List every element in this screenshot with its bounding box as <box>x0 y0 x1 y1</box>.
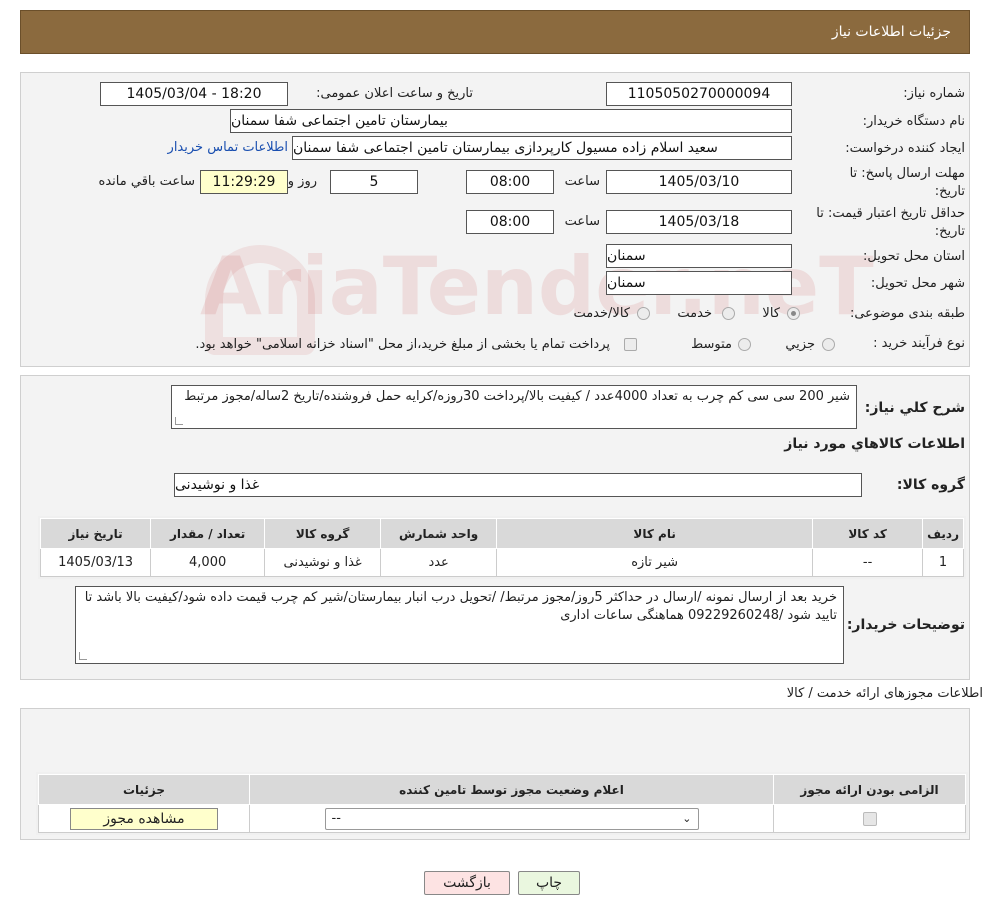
cell-group: غذا و نوشیدنی <box>264 548 382 577</box>
category-label: طبقه بندی موضوعی: <box>849 306 965 321</box>
col-quantity: تعداد / مقدار <box>150 518 266 549</box>
deadline-label-line2: تاریخ: <box>934 184 965 199</box>
deadline-label-line1: مهلت ارسال پاسخ: تا <box>849 166 965 181</box>
validity-label-line1: حداقل تاریخ اعتبار قیمت: تا <box>816 206 965 221</box>
view-license-button[interactable]: مشاهده مجوز <box>70 807 218 830</box>
goods-group-label: گروه کالا: <box>896 477 965 493</box>
need-number-field: 1105050270000094 <box>606 82 792 106</box>
category-radio-goods-service[interactable] <box>637 307 650 320</box>
goods-section-title: اطلاعات کالاهاي مورد نیاز <box>784 436 965 452</box>
resize-handle-icon <box>175 417 183 425</box>
license-required-cell <box>773 804 966 833</box>
treasury-note: پرداخت تمام یا بخشی از مبلغ خرید،از محل … <box>195 337 610 352</box>
page-title: جزئیات اطلاعات نیاز <box>831 24 951 40</box>
resize-handle-icon <box>79 652 87 660</box>
print-button[interactable]: چاپ <box>518 871 580 895</box>
purchase-radio-medium[interactable] <box>738 338 751 351</box>
license-table: الزامی بودن ارائه مجوز اعلام وضعیت مجوز … <box>38 774 966 833</box>
goods-table: ردیف کد کالا نام کالا واحد شمارش گروه کا… <box>39 518 964 577</box>
col-need-date: تاریخ نیاز <box>39 518 152 549</box>
goods-table-header: ردیف کد کالا نام کالا واحد شمارش گروه کا… <box>39 518 964 549</box>
cell-unit: عدد <box>380 548 498 577</box>
page-header: جزئیات اطلاعات نیاز <box>20 10 970 54</box>
validity-time-label: ساعت <box>564 214 600 229</box>
validity-date-field: 1405/03/18 <box>606 210 792 234</box>
license-status-select[interactable]: ⌄ -- <box>324 807 699 830</box>
summary-label: شرح کلي نیاز: <box>864 400 965 416</box>
buyer-notes-textarea: خرید بعد از ارسال نمونه /ارسال در حداکثر… <box>75 586 844 664</box>
goods-table-wrap: ردیف کد کالا نام کالا واحد شمارش گروه کا… <box>38 516 966 579</box>
remaining-time-label: ساعت باقي مانده <box>98 174 195 189</box>
license-table-wrap: الزامی بودن ارائه مجوز اعلام وضعیت مجوز … <box>36 772 968 835</box>
requester-field: سعید اسلام زاده مسیول کارپردازی بیمارستا… <box>292 136 792 160</box>
buyer-notes-text: خرید بعد از ارسال نمونه /ارسال در حداکثر… <box>84 590 837 623</box>
col-code: کد کالا <box>812 518 924 549</box>
deadline-date-field: 1405/03/10 <box>606 170 792 194</box>
buyer-contact-link[interactable]: اطلاعات تماس خریدار <box>168 140 288 155</box>
announce-label: تاریخ و ساعت اعلان عمومی: <box>316 86 473 101</box>
license-section-title: اطلاعات مجوزهای ارائه خدمت / کالا <box>786 686 983 701</box>
days-field: 5 <box>330 170 418 194</box>
cell-need-date: 1405/03/13 <box>39 548 152 577</box>
category-option-goods: کالا <box>762 306 780 321</box>
cell-name: شیر تازه <box>496 548 814 577</box>
validity-label-line2: تاریخ: <box>934 224 965 239</box>
license-required-checkbox[interactable] <box>862 811 877 826</box>
col-name: نام کالا <box>496 518 814 549</box>
col-license-details: جزئیات <box>38 774 250 805</box>
deadline-time-label: ساعت <box>564 174 600 189</box>
purchase-type-label: نوع فرآیند خرید : <box>873 336 965 351</box>
buyer-org-label: نام دستگاه خریدار: <box>862 114 965 129</box>
license-details-cell: مشاهده مجوز <box>38 804 250 833</box>
city-label: شهر محل تحویل: <box>870 276 965 291</box>
category-option-service: خدمت <box>677 306 712 321</box>
buyer-org-field: بیمارستان تامین اجتماعی شفا سمنان <box>230 109 792 133</box>
announce-field: 1405/03/04 - 18:20 <box>100 82 288 106</box>
purchase-radio-minor[interactable] <box>822 338 835 351</box>
summary-text: شیر 200 سی سی کم چرب به تعداد 4000عدد / … <box>184 389 850 404</box>
category-radio-goods[interactable] <box>787 307 800 320</box>
col-license-required: الزامی بودن ارائه مجوز <box>773 774 966 805</box>
province-field: سمنان <box>606 244 792 268</box>
province-label: استان محل تحویل: <box>863 249 965 264</box>
cell-quantity: 4,000 <box>150 548 266 577</box>
treasury-checkbox[interactable] <box>624 338 637 351</box>
cell-code: -- <box>812 548 924 577</box>
category-radio-service[interactable] <box>722 307 735 320</box>
col-group: گروه کالا <box>264 518 382 549</box>
col-row: ردیف <box>922 518 964 549</box>
license-status-cell: ⌄ -- <box>249 804 774 833</box>
purchase-option-minor: جزیي <box>785 337 815 352</box>
table-row: ⌄ -- مشاهده مجوز <box>38 804 966 833</box>
license-status-value: -- <box>331 811 341 826</box>
back-button[interactable]: بازگشت <box>424 871 510 895</box>
summary-textarea: شیر 200 سی سی کم چرب به تعداد 4000عدد / … <box>171 385 857 429</box>
days-label: روز و <box>287 174 317 189</box>
purchase-option-medium: متوسط <box>691 337 732 352</box>
buyer-notes-label: توضیحات خریدار: <box>846 617 965 633</box>
city-field: سمنان <box>606 271 792 295</box>
validity-time-field: 08:00 <box>466 210 554 234</box>
remaining-time-field: 11:29:29 <box>200 170 288 194</box>
col-license-status: اعلام وضعیت مجوز توسط تامین کننده <box>249 774 774 805</box>
col-unit: واحد شمارش <box>380 518 498 549</box>
cell-row: 1 <box>922 548 964 577</box>
requester-label: ایجاد کننده درخواست: <box>845 141 965 156</box>
chevron-down-icon: ⌄ <box>682 812 692 825</box>
deadline-time-field: 08:00 <box>466 170 554 194</box>
license-table-header: الزامی بودن ارائه مجوز اعلام وضعیت مجوز … <box>38 774 966 805</box>
need-number-label: شماره نیاز: <box>903 86 965 101</box>
category-option-goods-service: کالا/خدمت <box>573 306 630 321</box>
table-row: 1 -- شیر تازه عدد غذا و نوشیدنی 4,000 14… <box>39 548 964 577</box>
goods-group-field: غذا و نوشیدنی <box>174 473 862 497</box>
